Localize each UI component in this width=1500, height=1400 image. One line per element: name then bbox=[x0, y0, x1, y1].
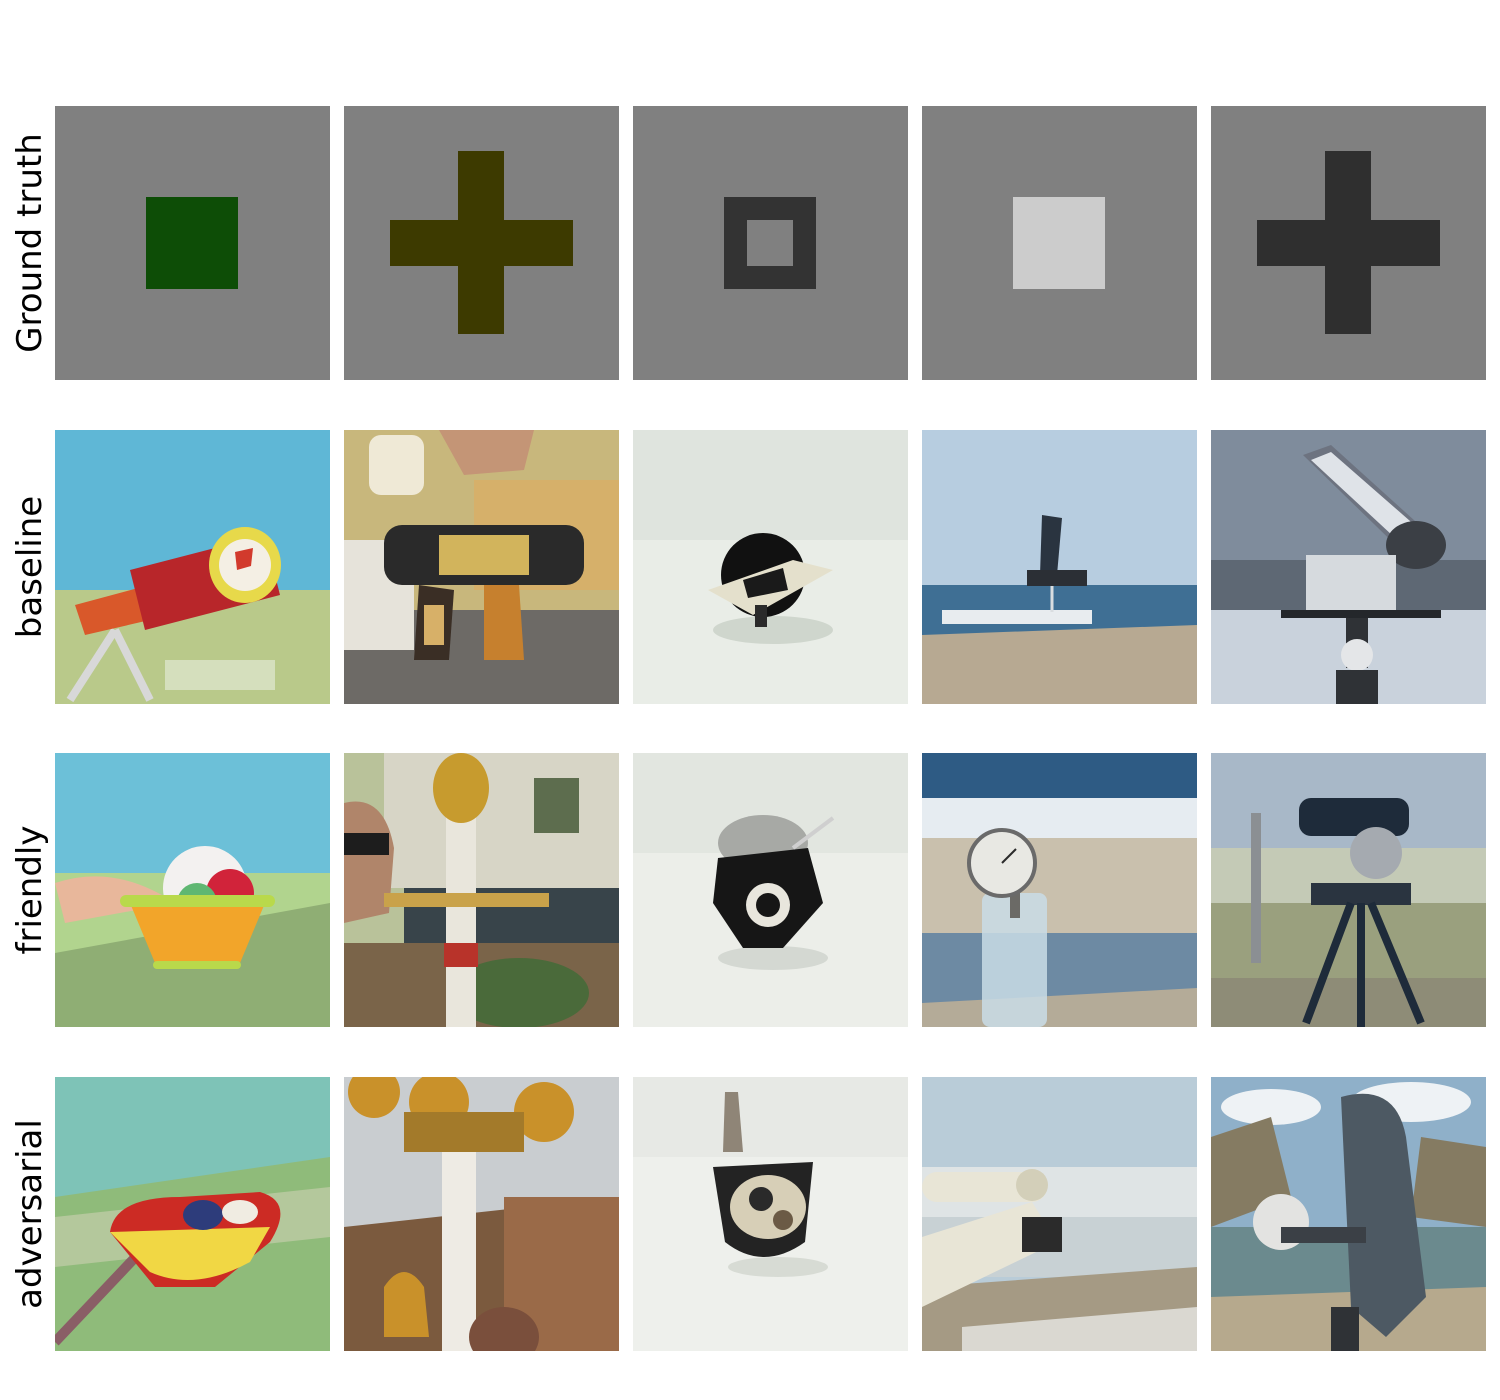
ground-truth-tile-3 bbox=[633, 106, 908, 380]
friendly-image-2 bbox=[344, 753, 619, 1027]
friendly-photo-3 bbox=[633, 753, 908, 1027]
plus-shape-horizontal bbox=[1257, 220, 1440, 266]
adversarial-image-4 bbox=[922, 1077, 1197, 1351]
adversarial-photo-2 bbox=[344, 1077, 619, 1351]
adversarial-photo-3 bbox=[633, 1077, 908, 1351]
baseline-photo-5 bbox=[1211, 430, 1486, 704]
friendly-image-5 bbox=[1211, 753, 1486, 1027]
friendly-image-4 bbox=[922, 753, 1197, 1027]
baseline-photo-3 bbox=[633, 430, 908, 704]
ground-truth-tile-5 bbox=[1211, 106, 1486, 380]
adversarial-image-5 bbox=[1211, 1077, 1486, 1351]
friendly-photo-1 bbox=[55, 753, 330, 1027]
ground-truth-tile-4 bbox=[922, 106, 1197, 380]
hollow-square-shape bbox=[724, 197, 816, 289]
adversarial-image-3 bbox=[633, 1077, 908, 1351]
row-label-ground-truth: Ground truth bbox=[10, 133, 50, 353]
baseline-image-5 bbox=[1211, 430, 1486, 704]
ground-truth-tile-1 bbox=[55, 106, 330, 380]
baseline-photo-1 bbox=[55, 430, 330, 704]
baseline-image-4 bbox=[922, 430, 1197, 704]
friendly-image-1 bbox=[55, 753, 330, 1027]
baseline-photo-2 bbox=[344, 430, 619, 704]
plus-shape-horizontal bbox=[390, 220, 573, 266]
baseline-image-1 bbox=[55, 430, 330, 704]
adversarial-photo-4 bbox=[922, 1077, 1197, 1351]
friendly-photo-2 bbox=[344, 753, 619, 1027]
baseline-photo-4 bbox=[922, 430, 1197, 704]
ground-truth-tile-2 bbox=[344, 106, 619, 380]
filled-square-shape bbox=[146, 197, 238, 289]
filled-square-shape bbox=[1013, 197, 1105, 289]
adversarial-image-1 bbox=[55, 1077, 330, 1351]
friendly-image-3 bbox=[633, 753, 908, 1027]
row-label-friendly: friendly bbox=[10, 825, 50, 955]
adversarial-photo-5 bbox=[1211, 1077, 1486, 1351]
adversarial-photo-1 bbox=[55, 1077, 330, 1351]
friendly-photo-4 bbox=[922, 753, 1197, 1027]
row-label-adversarial: adversarial bbox=[10, 1119, 50, 1309]
friendly-photo-5 bbox=[1211, 753, 1486, 1027]
adversarial-image-2 bbox=[344, 1077, 619, 1351]
baseline-image-3 bbox=[633, 430, 908, 704]
baseline-image-2 bbox=[344, 430, 619, 704]
row-label-baseline: baseline bbox=[10, 495, 50, 639]
